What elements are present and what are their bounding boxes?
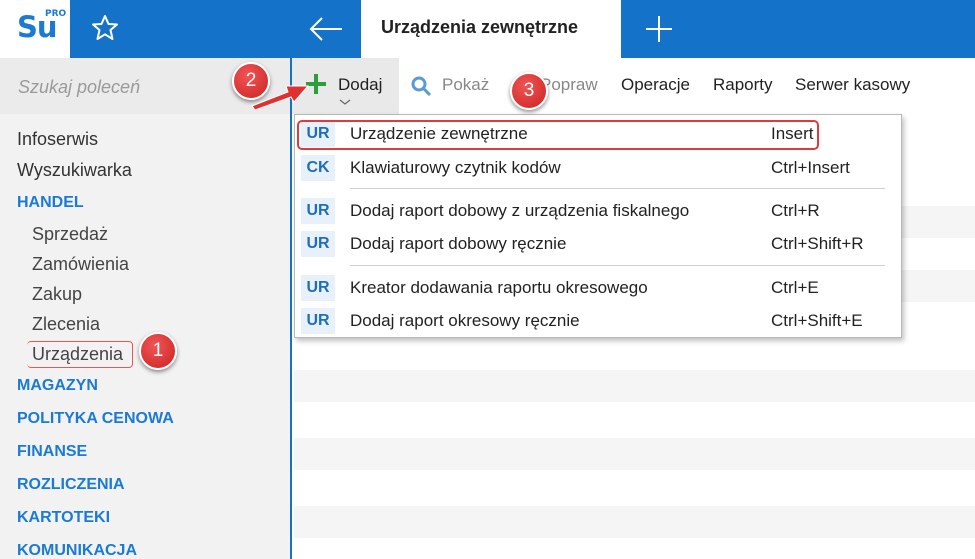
menu-item-label: Dodaj raport dobowy ręcznie bbox=[350, 234, 567, 253]
highlight-frame bbox=[297, 120, 819, 150]
popraw-button[interactable]: Popraw bbox=[540, 75, 598, 95]
nav-section-magazyn[interactable]: MAGAZYN bbox=[0, 369, 290, 402]
new-tab-plus-icon[interactable] bbox=[643, 12, 675, 46]
nav-section-handel[interactable]: HANDEL bbox=[0, 186, 290, 219]
list-row[interactable] bbox=[294, 506, 975, 538]
menu-item-label: Klawiaturowy czytnik kodów bbox=[350, 158, 561, 177]
app-logo[interactable]: Su PRO bbox=[0, 0, 70, 58]
menu-item-klawiaturowy-czytnik[interactable]: CK Klawiaturowy czytnik kodów Ctrl+Inser… bbox=[295, 153, 901, 183]
star-icon[interactable] bbox=[90, 13, 120, 43]
nav-zlecenia[interactable]: Zlecenia bbox=[0, 309, 290, 339]
menu-item-shortcut: Ctrl+Insert bbox=[771, 158, 850, 177]
tab-label: Urządzenia zewnętrzne bbox=[381, 17, 579, 37]
menu-item-badge: CK bbox=[301, 155, 335, 181]
dodaj-dropdown-menu: UR Urządzenie zewnętrzne Insert CK Klawi… bbox=[294, 114, 902, 338]
nav-section-komunikacja[interactable]: KOMUNIKACJA bbox=[0, 534, 290, 559]
menu-item-badge: UR bbox=[301, 231, 335, 257]
highlight-frame bbox=[27, 341, 133, 368]
menu-item-badge: UR bbox=[301, 308, 335, 334]
menu-item-label: Dodaj raport dobowy z urządzenia fiskaln… bbox=[350, 201, 690, 220]
menu-item-kreator-raportu-okresowego[interactable]: UR Kreator dodawania raportu okresowego … bbox=[295, 273, 901, 303]
toolbar: Dodaj Pokaż Popraw Operacje Raporty Serw… bbox=[292, 58, 975, 114]
callout-badge-3: 3 bbox=[510, 72, 548, 110]
top-bar: Su PRO Urządzenia zewnętrzne bbox=[0, 0, 975, 58]
menu-item-badge: UR bbox=[301, 198, 335, 224]
raporty-button[interactable]: Raporty bbox=[713, 75, 773, 95]
chevron-down-icon bbox=[339, 99, 351, 105]
logo-badge: PRO bbox=[45, 9, 67, 19]
nav-wyszukiwarka[interactable]: Wyszukiwarka bbox=[0, 155, 290, 186]
menu-item-raport-dobowy-fiskalny[interactable]: UR Dodaj raport dobowy z urządzenia fisk… bbox=[295, 196, 901, 226]
menu-item-raport-dobowy-recznie[interactable]: UR Dodaj raport dobowy ręcznie Ctrl+Shif… bbox=[295, 229, 901, 259]
menu-item-label: Dodaj raport okresowy ręcznie bbox=[350, 311, 580, 330]
menu-item-label: Kreator dodawania raportu okresowego bbox=[350, 278, 648, 297]
nav-section-finanse[interactable]: FINANSE bbox=[0, 435, 290, 468]
menu-item-shortcut: Ctrl+E bbox=[771, 278, 819, 297]
menu-item-shortcut: Ctrl+Shift+E bbox=[771, 311, 863, 330]
operacje-button[interactable]: Operacje bbox=[621, 75, 690, 95]
list-row[interactable] bbox=[294, 438, 975, 470]
nav-section-polityka-cenowa[interactable]: POLITYKA CENOWA bbox=[0, 402, 290, 435]
nav-zakup[interactable]: Zakup bbox=[0, 279, 290, 309]
nav-section-rozliczenia[interactable]: ROZLICZENIA bbox=[0, 468, 290, 501]
back-arrow-icon[interactable] bbox=[308, 12, 344, 46]
nav-infoserwis[interactable]: Infoserwis bbox=[0, 124, 290, 155]
search-placeholder: Szukaj poleceń bbox=[18, 77, 141, 97]
nav-sprzedaz[interactable]: Sprzedaż bbox=[0, 219, 290, 249]
tab-urzadzenia-zewnetrzne[interactable]: Urządzenia zewnętrzne bbox=[361, 0, 621, 58]
menu-separator bbox=[350, 188, 885, 189]
menu-item-badge: UR bbox=[301, 275, 335, 301]
menu-separator bbox=[350, 265, 885, 266]
dodaj-label: Dodaj bbox=[338, 75, 383, 94]
pokaz-button[interactable]: Pokaż bbox=[442, 75, 489, 95]
left-panel: Szukaj poleceń Infoserwis Wyszukiwarka H… bbox=[0, 58, 292, 559]
search-icon bbox=[411, 76, 432, 97]
menu-item-shortcut: Ctrl+R bbox=[771, 201, 820, 220]
nav-section-kartoteki[interactable]: KARTOTEKI bbox=[0, 501, 290, 534]
menu-item-shortcut: Ctrl+Shift+R bbox=[771, 234, 864, 253]
serwer-kasowy-button[interactable]: Serwer kasowy bbox=[795, 75, 910, 95]
nav-zamowienia[interactable]: Zamówienia bbox=[0, 249, 290, 279]
callout-arrow-icon bbox=[251, 85, 310, 111]
callout-badge-1: 1 bbox=[139, 332, 177, 370]
menu-item-raport-okresowy-recznie[interactable]: UR Dodaj raport okresowy ręcznie Ctrl+Sh… bbox=[295, 306, 901, 336]
list-row[interactable] bbox=[294, 370, 975, 402]
